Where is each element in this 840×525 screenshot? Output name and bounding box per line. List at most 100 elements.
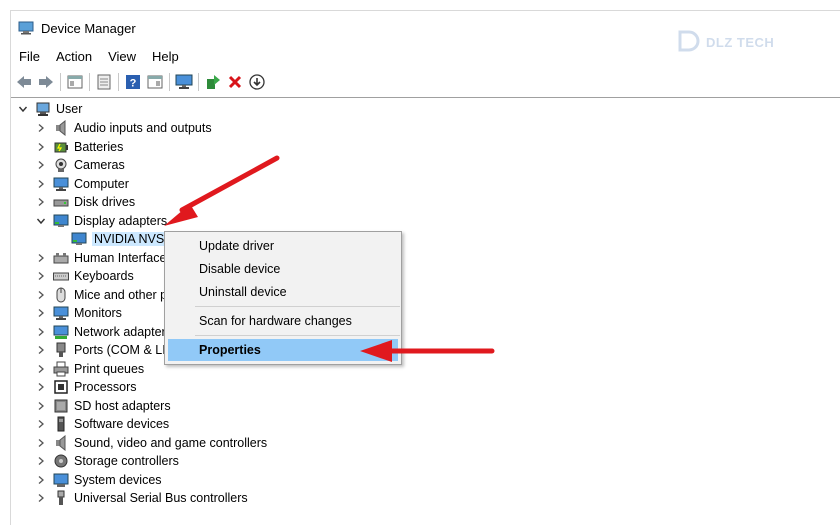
tree-item[interactable]: Batteries <box>35 138 123 156</box>
tree-item[interactable]: Audio inputs and outputs <box>35 119 212 137</box>
tree-item[interactable]: System devices <box>35 471 162 489</box>
context-menu: Update driver Disable device Uninstall d… <box>164 231 402 365</box>
tree-item-label: Mice and other p <box>74 288 168 302</box>
tree-item[interactable]: Cameras <box>35 156 125 174</box>
system-icon <box>53 472 69 488</box>
chevron-right-icon[interactable] <box>35 437 47 449</box>
tree-item-display-adapters[interactable]: Display adapters <box>35 212 167 230</box>
chevron-right-icon[interactable] <box>35 252 47 264</box>
speaker-icon <box>53 120 69 136</box>
toolbar-separator <box>198 73 199 91</box>
back-arrow-icon[interactable] <box>13 71 35 93</box>
tree-item-label: Display adapters <box>74 214 168 228</box>
chevron-right-icon[interactable] <box>35 141 47 153</box>
chevron-down-icon[interactable] <box>17 103 29 115</box>
add-driver-icon[interactable] <box>202 71 224 93</box>
menu-separator <box>195 335 400 336</box>
chevron-right-icon[interactable] <box>35 492 47 504</box>
tree-item[interactable]: Mice and other p <box>35 286 167 304</box>
camera-icon <box>53 157 69 173</box>
chevron-right-icon[interactable] <box>35 400 47 412</box>
window-title: Device Manager <box>41 21 136 36</box>
chevron-right-icon[interactable] <box>35 178 47 190</box>
battery-icon <box>53 139 69 155</box>
tree-item[interactable]: Human Interface <box>35 249 166 267</box>
chevron-right-icon[interactable] <box>35 289 47 301</box>
forward-arrow-icon[interactable] <box>35 71 57 93</box>
tree-item-label: Storage controllers <box>74 454 179 468</box>
uninstall-x-icon[interactable] <box>224 71 246 93</box>
software-icon <box>53 416 69 432</box>
help-icon[interactable]: ? <box>122 71 144 93</box>
tree-item-nvidia-nvs[interactable]: NVIDIA NVS <box>71 230 167 248</box>
chevron-right-icon[interactable] <box>35 344 47 356</box>
chevron-right-icon[interactable] <box>35 474 47 486</box>
chevron-right-icon[interactable] <box>35 307 47 319</box>
tree-item[interactable]: Monitors <box>35 304 122 322</box>
tree-item[interactable]: Ports (COM & LI <box>35 341 166 359</box>
computer-icon <box>53 176 69 192</box>
menu-item-uninstall-device[interactable]: Uninstall device <box>168 281 398 303</box>
menu-separator <box>195 306 400 307</box>
tree-item-label: Universal Serial Bus controllers <box>74 491 248 505</box>
watermark-text: DLZ TECH <box>706 34 775 50</box>
tree-item-label: Processors <box>74 380 137 394</box>
usb-icon <box>53 490 69 506</box>
tree-item-label: Ports (COM & LI <box>74 343 166 357</box>
tree-item[interactable]: Universal Serial Bus controllers <box>35 489 248 507</box>
chevron-right-icon[interactable] <box>35 363 47 375</box>
mouse-icon <box>53 287 69 303</box>
toolbar-separator <box>118 73 119 91</box>
tree-root-user[interactable]: User <box>17 100 82 118</box>
tree-item[interactable]: Processors <box>35 378 137 396</box>
chevron-right-icon[interactable] <box>35 159 47 171</box>
computer-user-icon <box>35 101 51 117</box>
download-icon[interactable] <box>246 71 268 93</box>
tree-item[interactable]: Sound, video and game controllers <box>35 434 267 452</box>
tree-item[interactable]: Network adapter <box>35 323 166 341</box>
menu-file[interactable]: File <box>11 47 48 67</box>
tree-item[interactable]: Print queues <box>35 360 144 378</box>
menu-help[interactable]: Help <box>144 47 187 67</box>
chevron-right-icon[interactable] <box>35 122 47 134</box>
tree-item-label: Print queues <box>74 362 145 376</box>
sound-icon <box>53 435 69 451</box>
chevron-right-icon[interactable] <box>35 455 47 467</box>
menu-item-update-driver[interactable]: Update driver <box>168 235 398 257</box>
chevron-down-icon[interactable] <box>35 215 47 227</box>
tree-item-label: Keyboards <box>74 269 134 283</box>
device-tree: User Audio inputs and outputs Batteries … <box>11 97 840 525</box>
chevron-right-icon[interactable] <box>35 381 47 393</box>
menu-item-disable-device[interactable]: Disable device <box>168 258 398 280</box>
menu-view[interactable]: View <box>100 47 144 67</box>
menu-action[interactable]: Action <box>48 47 100 67</box>
update-icon[interactable] <box>93 71 115 93</box>
menu-item-scan-hardware[interactable]: Scan for hardware changes <box>168 310 398 332</box>
menu-item-properties[interactable]: Properties <box>168 339 398 361</box>
tree-item[interactable]: Computer <box>35 175 129 193</box>
tree-item-label: Monitors <box>74 306 122 320</box>
tree-item[interactable]: Software devices <box>35 415 169 433</box>
tree-item-label: Computer <box>74 177 129 191</box>
view-icon[interactable] <box>144 71 166 93</box>
storage-icon <box>53 453 69 469</box>
chevron-right-icon[interactable] <box>35 270 47 282</box>
device-manager-app-icon <box>18 21 34 35</box>
tree-item[interactable]: Keyboards <box>35 267 134 285</box>
network-icon <box>53 324 69 340</box>
chevron-right-icon[interactable] <box>35 196 47 208</box>
tree-item[interactable]: SD host adapters <box>35 397 171 415</box>
tree-item[interactable]: Storage controllers <box>35 452 179 470</box>
watermark: DLZ TECH <box>676 26 796 58</box>
tree-item-label: Audio inputs and outputs <box>74 121 212 135</box>
properties-icon[interactable] <box>64 71 86 93</box>
monitor-icon <box>53 305 69 321</box>
chevron-right-icon[interactable] <box>35 418 47 430</box>
tree-root-label: User <box>56 102 83 116</box>
tree-item-label: Batteries <box>74 140 124 154</box>
processor-icon <box>53 379 69 395</box>
chevron-right-icon[interactable] <box>35 326 47 338</box>
disk-icon <box>53 194 69 210</box>
tree-item[interactable]: Disk drives <box>35 193 135 211</box>
monitor-icon[interactable] <box>173 71 195 93</box>
